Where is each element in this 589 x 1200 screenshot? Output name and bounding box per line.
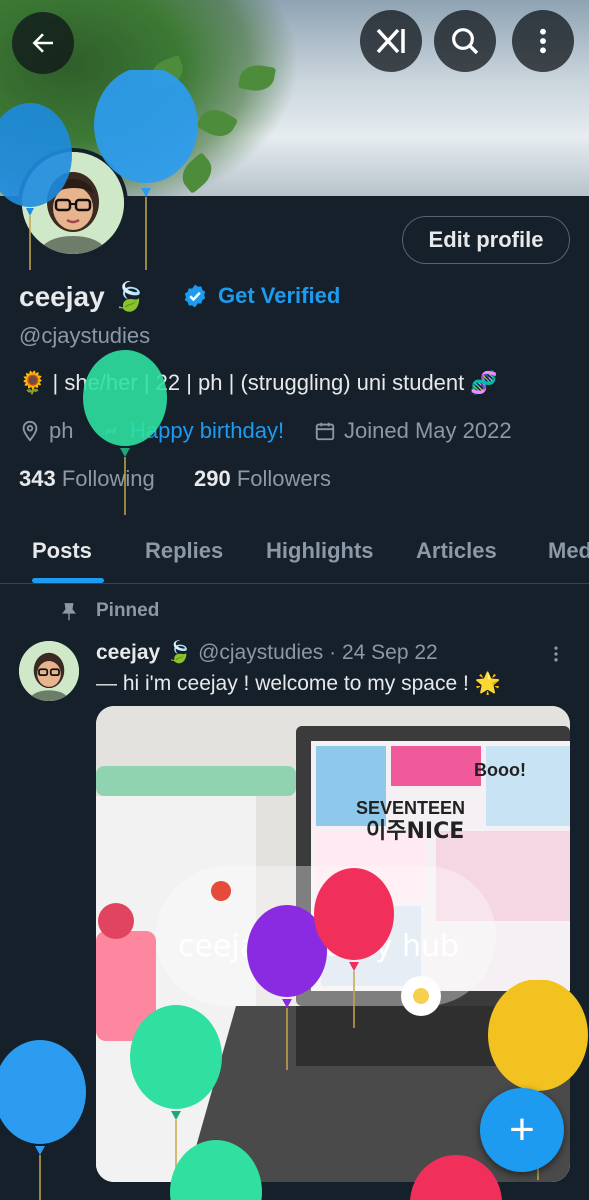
profile-tabs: Posts Replies Highlights Articles Media — [0, 520, 589, 584]
arrow-left-icon — [32, 33, 53, 53]
active-tab-indicator — [32, 578, 104, 583]
more-button[interactable] — [512, 10, 574, 72]
calendar-icon — [315, 422, 335, 441]
separator: · — [329, 641, 337, 664]
grok-icon — [376, 28, 405, 54]
laptop-text-3: Booo! — [474, 760, 526, 780]
tab-posts[interactable]: Posts — [32, 538, 92, 564]
edit-profile-button[interactable]: Edit profile — [402, 216, 570, 264]
blue-balloon — [0, 103, 72, 270]
tab-replies[interactable]: Replies — [145, 538, 223, 564]
display-name: ceejay 🍃 — [19, 280, 147, 313]
followers-label: Followers — [236, 466, 331, 491]
red-balloon — [314, 868, 394, 1028]
user-handle: @cjaystudies — [19, 323, 151, 348]
joined-date: Joined May 2022 — [314, 418, 512, 444]
laptop-text-1: SEVENTEEN — [356, 798, 465, 818]
avatar-illustration — [19, 641, 79, 701]
leaf-emoji: 🍃 — [112, 281, 148, 312]
tab-media[interactable]: Media — [548, 538, 589, 564]
post-date[interactable]: 24 Sep 22 — [342, 641, 438, 664]
location-pin-icon — [22, 420, 38, 442]
post-more-icon[interactable] — [546, 642, 566, 666]
following-count: 343 — [19, 466, 56, 491]
more-vertical-icon — [540, 28, 546, 54]
pinned-label: Pinned — [96, 600, 160, 621]
post-author-handle[interactable]: @cjaystudies — [198, 641, 323, 664]
blue-balloon — [0, 1040, 86, 1200]
laptop-text-2: 이주NICE — [366, 819, 464, 844]
tab-highlights[interactable]: Highlights — [266, 538, 374, 564]
post-header: ceejay 🍃 @cjaystudies · 24 Sep 22 — [96, 641, 438, 665]
compose-button[interactable]: + — [480, 1088, 564, 1172]
get-verified-link[interactable]: Get Verified — [218, 283, 340, 309]
green-balloon — [170, 1140, 262, 1200]
verified-badge-icon[interactable] — [182, 283, 208, 309]
post-author-avatar[interactable] — [19, 641, 79, 701]
location-text: ph — [49, 418, 74, 443]
location: ph — [19, 418, 73, 444]
display-name-text: ceejay — [19, 281, 105, 312]
followers-stat[interactable]: 290 Followers — [194, 466, 331, 492]
green-balloon — [83, 350, 167, 515]
red-balloon — [410, 1155, 502, 1200]
post-text: — hi i'm ceejay ! welcome to my space ! … — [96, 672, 501, 695]
search-icon — [452, 28, 479, 55]
blue-balloon — [94, 70, 198, 270]
joined-text: Joined May 2022 — [344, 418, 512, 443]
back-button[interactable] — [12, 12, 74, 74]
post-author-name[interactable]: ceejay — [96, 641, 160, 664]
grok-button[interactable] — [360, 10, 422, 72]
pin-icon — [62, 603, 76, 621]
followers-count: 290 — [194, 466, 231, 491]
search-button[interactable] — [434, 10, 496, 72]
tab-articles[interactable]: Articles — [416, 538, 497, 564]
leaf-emoji: 🍃 — [166, 641, 193, 664]
